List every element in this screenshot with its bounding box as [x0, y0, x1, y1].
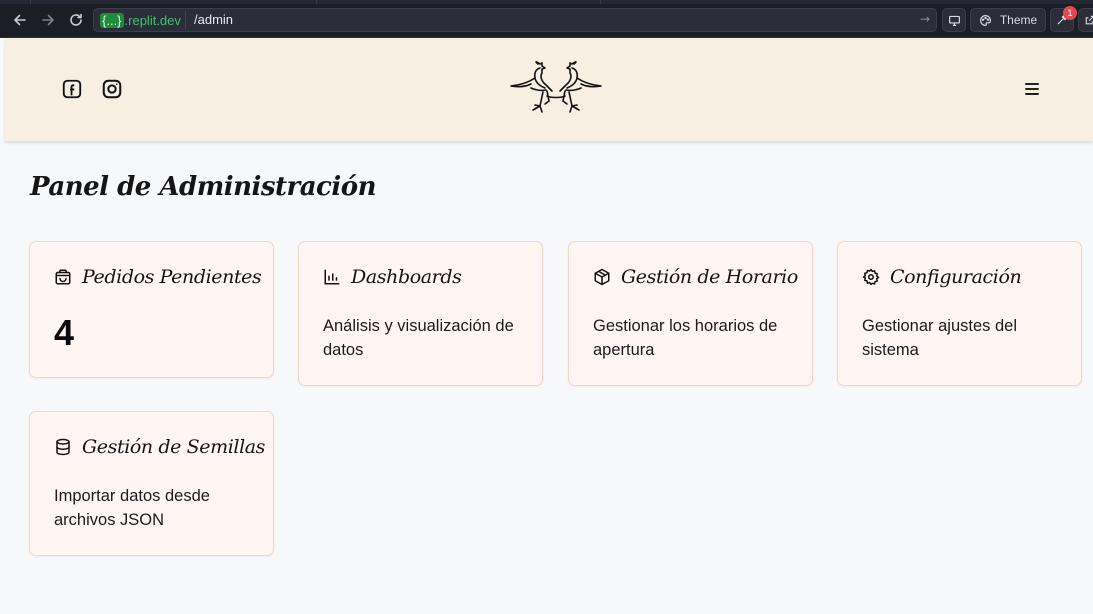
- card-gestion-horario[interactable]: Gestión de Horario Gestionar los horario…: [568, 241, 813, 386]
- card-title: Pedidos Pendientes: [82, 266, 262, 288]
- card-title: Gestión de Horario: [621, 266, 798, 288]
- pending-orders-count: 4: [54, 312, 75, 353]
- theme-label: Theme: [999, 13, 1038, 27]
- notification-badge: 1: [1063, 6, 1077, 20]
- card-description: Gestionar ajustes del sistema: [862, 317, 1018, 359]
- palette-icon: [979, 14, 991, 26]
- monitor-icon: [948, 15, 960, 26]
- facebook-icon: [62, 79, 82, 99]
- card-pedidos-pendientes[interactable]: Pedidos Pendientes 4: [29, 241, 274, 378]
- card-description: Análisis y visualización de datos: [323, 317, 514, 359]
- card-dashboards[interactable]: Dashboards Análisis y visualización de d…: [298, 241, 543, 386]
- page-title: Panel de Administración: [30, 172, 377, 202]
- card-header: Configuración: [862, 266, 1022, 288]
- open-external-button[interactable]: [1078, 8, 1093, 32]
- card-header: Pedidos Pendientes: [54, 266, 262, 288]
- go-arrow-icon[interactable]: →: [920, 12, 930, 26]
- site-header: [5, 38, 1093, 141]
- reload-icon: [70, 13, 82, 26]
- bar-chart-icon: [324, 269, 340, 285]
- card-gestion-semillas[interactable]: Gestión de Semillas Importar datos desde…: [29, 411, 274, 556]
- card-header: Gestión de Horario: [593, 266, 798, 288]
- url-path: /admin: [194, 12, 234, 27]
- address-bar[interactable]: {...} .replit.dev /admin →: [93, 8, 937, 32]
- card-header: Gestión de Semillas: [54, 436, 265, 458]
- tools-button[interactable]: 1: [1050, 6, 1077, 32]
- card-title: Dashboards: [351, 266, 462, 288]
- instagram-icon: [102, 79, 122, 99]
- card-title: Configuración: [890, 266, 1022, 288]
- roosters-logo[interactable]: [507, 58, 605, 128]
- back-button[interactable]: [9, 9, 31, 31]
- shopping-bag-icon: [55, 269, 71, 285]
- arrow-left-icon: [14, 14, 26, 26]
- database-icon: [56, 438, 70, 456]
- tab-strip: [0, 0, 1093, 4]
- card-title: Gestión de Semillas: [82, 436, 266, 458]
- url-host: {...} .replit.dev: [97, 11, 184, 29]
- card-description: Importar datos desde archivos JSON: [54, 487, 210, 529]
- hamburger-menu-icon[interactable]: [1025, 83, 1039, 95]
- package-icon: [594, 268, 610, 286]
- theme-button[interactable]: Theme: [970, 8, 1046, 32]
- url-host-domain: .replit.dev: [124, 12, 181, 28]
- devices-button[interactable]: [942, 8, 966, 32]
- card-configuracion[interactable]: Configuración Gestionar ajustes del sist…: [837, 241, 1082, 386]
- external-link-icon: [1085, 15, 1093, 25]
- gear-icon: [862, 268, 880, 286]
- forward-button[interactable]: [37, 9, 59, 31]
- card-description: Gestionar los horarios de apertura: [593, 317, 778, 359]
- card-header: Dashboards: [323, 266, 462, 288]
- arrow-right-icon: [42, 14, 54, 26]
- instagram-link[interactable]: [101, 78, 123, 100]
- url-divider: [185, 11, 186, 29]
- browser-toolbar: {...} .replit.dev /admin → Theme 1: [0, 0, 1093, 38]
- facebook-link[interactable]: [61, 78, 83, 100]
- reload-button[interactable]: [65, 9, 87, 31]
- url-host-brace: {...}: [100, 12, 124, 28]
